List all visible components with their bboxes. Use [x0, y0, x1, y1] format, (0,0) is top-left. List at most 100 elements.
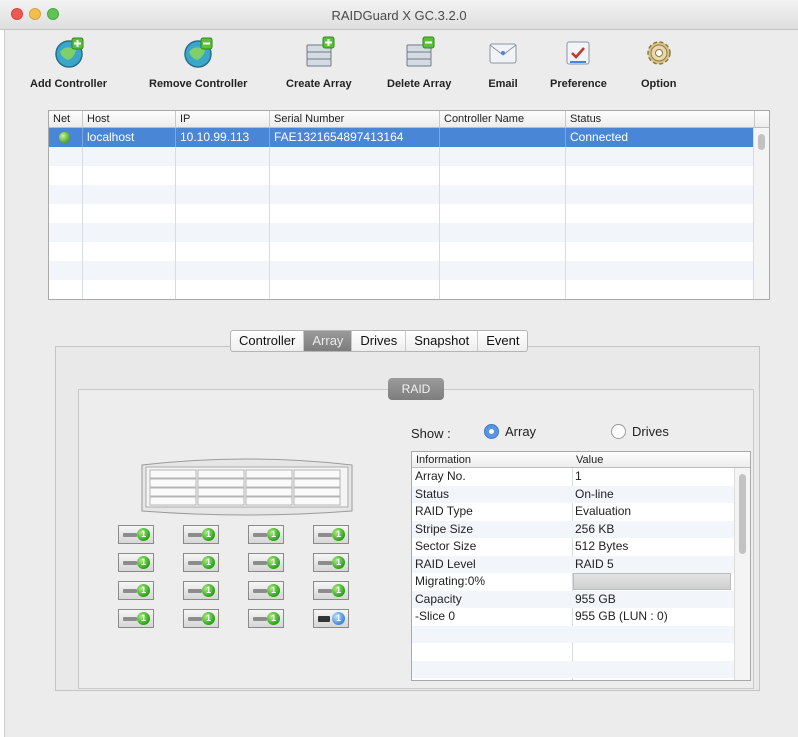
show-array-radio[interactable]: Array — [484, 424, 536, 439]
drive-bay[interactable]: 1 — [183, 525, 219, 544]
create-array-label: Create Array — [286, 78, 352, 90]
drive-bay[interactable]: 1 — [248, 553, 284, 572]
drive-handle-icon — [188, 561, 202, 565]
value-cell: On-line — [575, 486, 614, 501]
email-button[interactable]: Email — [486, 36, 520, 90]
column-header-status[interactable]: Status — [566, 111, 755, 128]
table-row[interactable]: Status On-line — [412, 485, 736, 503]
table-row[interactable] — [49, 185, 755, 204]
drive-bay[interactable]: 1 — [183, 553, 219, 572]
empty-cell — [440, 147, 566, 166]
column-header-host[interactable]: Host — [83, 111, 176, 128]
tab-snapshot[interactable]: Snapshot — [406, 331, 479, 351]
toolbar: Add Controller Remove Controller Create … — [4, 30, 704, 102]
column-header-ip[interactable]: IP — [176, 111, 270, 128]
array-info-table: Information Value Array No. 1 Status On-lin… — [411, 451, 751, 681]
delete-array-label: Delete Array — [387, 78, 452, 90]
drive-bay[interactable]: 1 — [183, 609, 219, 628]
table-row[interactable] — [49, 280, 755, 299]
table-row[interactable]: -Slice 0 955 GB (LUN : 0) — [412, 608, 736, 626]
drive-bay[interactable]: 1 — [183, 581, 219, 600]
table-row[interactable] — [49, 261, 755, 280]
table-row[interactable]: RAID Level RAID 5 — [412, 555, 736, 573]
column-header-net[interactable]: Net — [49, 111, 83, 128]
array-info-scrollbar[interactable] — [734, 468, 750, 680]
empty-cell — [49, 204, 83, 223]
show-drives-radio[interactable]: Drives — [611, 424, 669, 439]
column-header-serial-number[interactable]: Serial Number — [270, 111, 440, 128]
serial-cell: FAE1321654897413164 — [270, 128, 440, 147]
email-icon — [489, 43, 517, 64]
drive-bay[interactable]: 1 — [248, 525, 284, 544]
drive-bay[interactable]: 1 — [313, 581, 349, 600]
drive-bay[interactable]: 1 — [313, 553, 349, 572]
tab-drives[interactable]: Drives — [352, 331, 407, 351]
empty-cell — [176, 223, 270, 242]
create-array-button[interactable]: Create Array — [286, 36, 352, 90]
drive-bay[interactable]: 1 — [118, 609, 154, 628]
scrollbar-thumb[interactable] — [758, 134, 765, 150]
table-row[interactable]: Migrating:0% — [412, 573, 736, 591]
remove-controller-button[interactable]: Remove Controller — [149, 36, 247, 90]
empty-cell — [566, 204, 755, 223]
table-row[interactable] — [49, 166, 755, 185]
table-row[interactable] — [49, 242, 755, 261]
remove-controller-label: Remove Controller — [149, 78, 248, 90]
column-header-controller-name[interactable]: Controller Name — [440, 111, 566, 128]
title-bar: RAIDGuard X GC.3.2.0 — [0, 0, 798, 30]
spare-drive-bay[interactable]: 1 — [313, 609, 349, 628]
raid-enclosure-icon — [141, 458, 353, 516]
add-controller-button[interactable]: Add Controller — [30, 36, 107, 90]
tab-array[interactable]: Array — [304, 331, 353, 351]
email-label: Email — [488, 78, 518, 90]
table-row[interactable]: Capacity 955 GB — [412, 590, 736, 608]
drive-bay[interactable]: 1 — [118, 525, 154, 544]
tab-controller[interactable]: Controller — [231, 331, 305, 351]
empty-cell — [440, 280, 566, 299]
info-cell: Sector Size — [415, 539, 477, 553]
table-row[interactable]: Array No. 1 — [412, 468, 736, 486]
table-row[interactable] — [412, 660, 736, 678]
preference-label: Preference — [550, 78, 607, 90]
table-row[interactable] — [412, 625, 736, 643]
table-row[interactable] — [49, 204, 755, 223]
drive-handle-icon — [318, 616, 330, 622]
controller-table-scrollbar[interactable] — [753, 128, 769, 299]
table-row[interactable] — [49, 147, 755, 166]
tab-event[interactable]: Event — [478, 331, 527, 351]
drive-handle-icon — [318, 589, 332, 593]
add-controller-icon — [54, 37, 83, 68]
table-row[interactable]: RAID Type Evaluation — [412, 503, 736, 521]
drive-bay[interactable]: 1 — [248, 609, 284, 628]
option-button[interactable]: Option — [641, 36, 676, 90]
show-drives-label: Drives — [632, 424, 669, 439]
empty-cell — [566, 147, 755, 166]
empty-cell — [176, 242, 270, 261]
table-row[interactable] — [412, 643, 736, 661]
table-row[interactable] — [49, 223, 755, 242]
table-row[interactable]: localhost 10.10.99.113 FAE13216548974131… — [49, 128, 755, 147]
table-row[interactable]: Stripe Size 256 KB — [412, 520, 736, 538]
empty-cell — [566, 261, 755, 280]
drive-bay[interactable]: 1 — [118, 553, 154, 572]
column-header-value[interactable]: Value — [572, 452, 732, 468]
table-row[interactable] — [49, 299, 755, 300]
delete-array-button[interactable]: Delete Array — [387, 36, 451, 90]
empty-cell — [440, 242, 566, 261]
table-row[interactable]: Sector Size 512 Bytes — [412, 538, 736, 556]
drive-bay[interactable]: 1 — [118, 581, 154, 600]
raid-section-tab[interactable]: RAID — [388, 378, 444, 400]
empty-cell — [176, 299, 270, 300]
drive-online-icon: 1 — [267, 556, 280, 569]
info-cell: Status — [415, 486, 450, 501]
empty-cell — [566, 280, 755, 299]
drive-handle-icon — [253, 589, 267, 593]
drive-bay[interactable]: 1 — [313, 525, 349, 544]
preference-button[interactable]: Preference — [550, 36, 607, 90]
column-header-information[interactable]: Information — [412, 452, 572, 468]
scrollbar-thumb[interactable] — [739, 474, 746, 554]
value-cell: 955 GB — [575, 591, 616, 606]
drive-bay[interactable]: 1 — [248, 581, 284, 600]
drive-online-icon: 1 — [267, 528, 280, 541]
empty-cell — [83, 204, 176, 223]
